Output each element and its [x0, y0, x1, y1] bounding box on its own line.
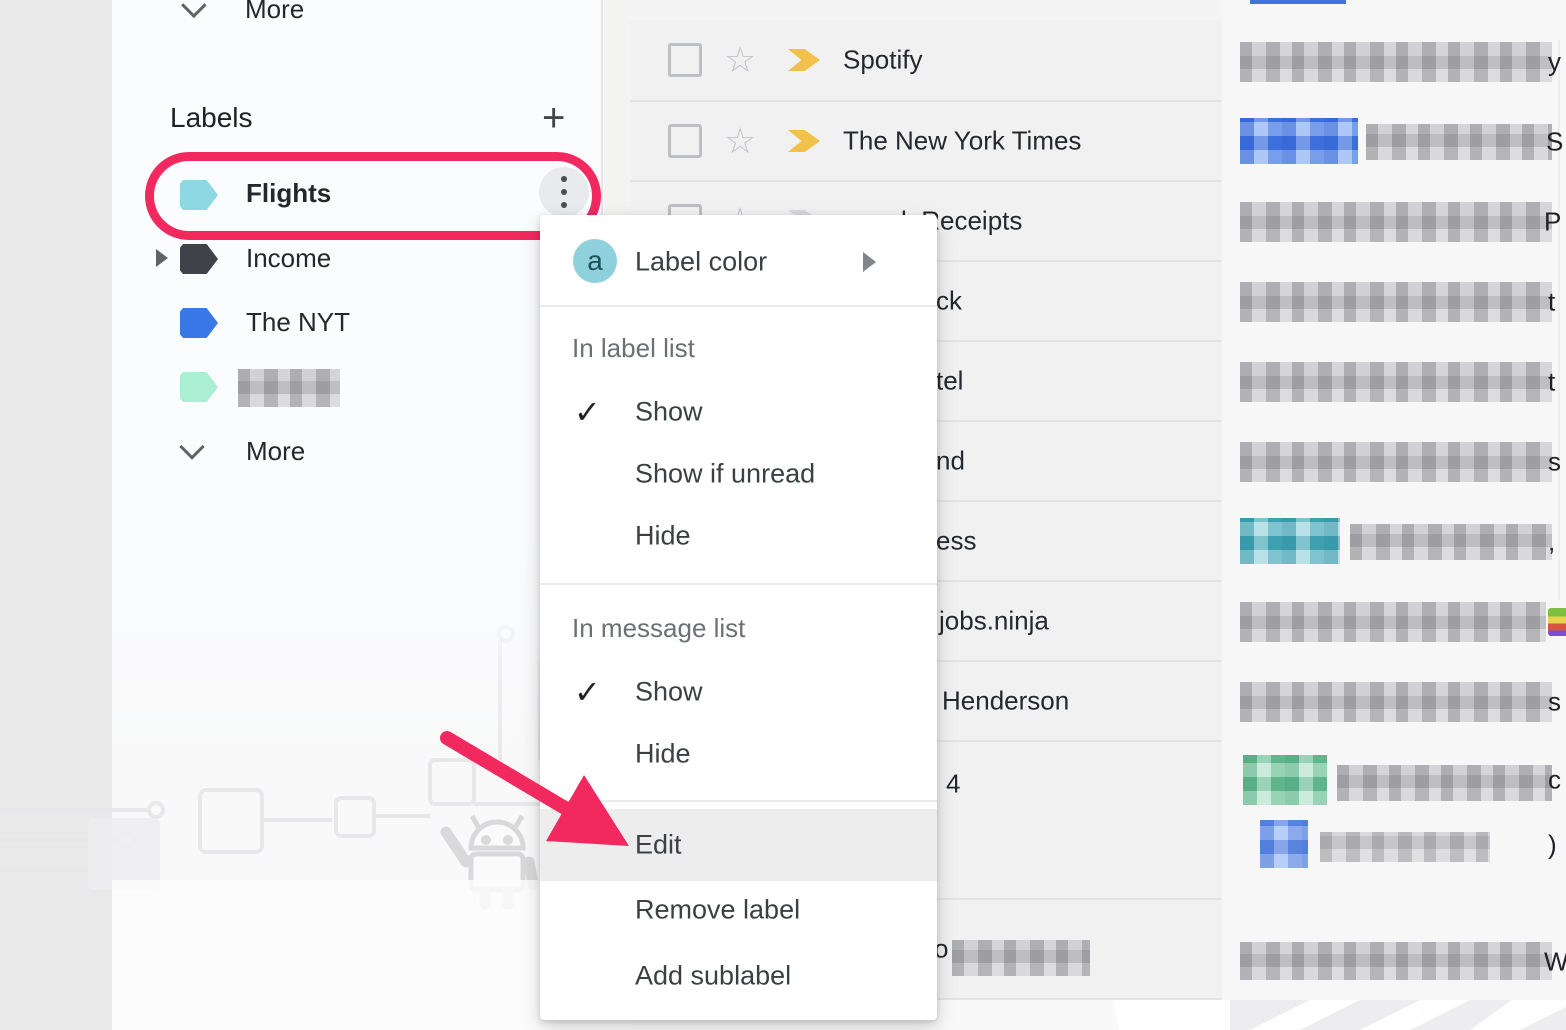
menu-item-label: Show — [635, 677, 703, 708]
sidebar-label-income[interactable]: Income — [246, 243, 331, 274]
submenu-arrow-icon — [863, 252, 876, 272]
redacted-subject — [1337, 765, 1552, 801]
menu-item-label: Show if unread — [635, 459, 815, 490]
importance-marker-icon[interactable] — [788, 49, 820, 71]
sender-name: Henderson — [942, 686, 1069, 717]
subject-trailing-text: t — [1548, 367, 1555, 398]
star-icon[interactable]: ☆ — [724, 42, 756, 78]
redacted-sender — [952, 940, 1090, 976]
sender-name: Spotify — [843, 45, 923, 76]
menu-item-add-sublabel[interactable]: Add sublabel — [540, 945, 937, 1007]
chevron-down-icon — [182, 2, 200, 20]
subject-trailing-text: s — [1548, 687, 1561, 718]
redacted-green-chip — [1243, 755, 1327, 805]
section-header-in-label-list: In label list — [572, 333, 912, 364]
emoji-icon — [1548, 608, 1566, 636]
menu-item-remove-label[interactable]: Remove label — [540, 879, 937, 941]
subject-trailing-text: s — [1548, 447, 1561, 478]
redacted-subject — [1240, 202, 1552, 242]
menu-item-label: Remove label — [635, 895, 800, 926]
redacted-attachment-icon — [1260, 820, 1308, 868]
menu-item-label: Show — [635, 397, 703, 428]
menu-item-label-color[interactable]: a Label color — [540, 223, 937, 301]
sender-name: nd — [936, 446, 965, 477]
redacted-subject — [1350, 524, 1552, 560]
sender-name: tel — [936, 366, 963, 397]
labels-section-title: Labels — [170, 102, 253, 134]
redacted-subject — [1240, 362, 1552, 402]
redacted-subject — [1240, 442, 1552, 482]
label-options-menu: a Label color In label list ✓ Show Show … — [540, 215, 937, 1020]
redacted-subject — [1240, 42, 1552, 82]
redacted-subject — [1240, 942, 1552, 980]
sender-name: ck — [936, 286, 962, 317]
email-row[interactable]: ☆ The New York Times — [630, 102, 1222, 182]
menu-item-label: Hide — [635, 521, 691, 552]
subject-trailing-text: W — [1544, 947, 1566, 978]
cropped-blue-element — [1250, 0, 1346, 4]
menu-divider — [540, 305, 937, 307]
redacted-subject — [1240, 602, 1546, 642]
gmail-screenshot: More Labels + Flights Income The NYT Mor… — [0, 0, 1566, 1030]
check-icon: ✓ — [574, 673, 601, 711]
sender-name: jobs.ninja — [939, 606, 1049, 637]
checkbox[interactable] — [668, 43, 702, 77]
redacted-attachment-label — [1320, 832, 1490, 862]
redacted-blue-chip — [1240, 118, 1358, 164]
thread-count: 4 — [946, 769, 960, 800]
subject-trailing-text: P — [1544, 207, 1561, 238]
expand-arrow-icon[interactable] — [156, 249, 168, 267]
star-icon[interactable]: ☆ — [724, 123, 756, 159]
redacted-subject — [1240, 682, 1552, 722]
redacted-teal-chip — [1240, 518, 1340, 564]
sender-name: The New York Times — [843, 126, 1081, 157]
subject-column-edge — [1558, 40, 1560, 600]
annotation-arrow — [425, 712, 655, 872]
section-header-in-message-list: In message list — [572, 613, 912, 644]
importance-marker-icon[interactable] — [788, 130, 820, 152]
subject-trailing-text: y — [1548, 47, 1561, 78]
menu-item-label: Add sublabel — [635, 961, 791, 992]
attachment-trailing-text: ) — [1548, 830, 1557, 861]
subject-trailing-text: c — [1548, 765, 1561, 796]
menu-item-label: Label color — [635, 247, 767, 278]
email-row[interactable]: ☆ Spotify — [630, 20, 1222, 102]
redacted-subject — [1366, 124, 1552, 160]
sidebar-item-more-top[interactable]: More — [245, 0, 304, 25]
menu-item-show-label-list[interactable]: ✓ Show — [540, 381, 937, 443]
subject-trailing-text: , — [1548, 527, 1555, 558]
redacted-subject — [1240, 282, 1552, 322]
chevron-down-icon — [183, 438, 201, 456]
partial-row — [630, 0, 1222, 22]
annotation-highlight-ring — [145, 152, 601, 240]
menu-divider — [540, 583, 937, 585]
sender-name: ess — [936, 526, 976, 557]
checkbox[interactable] — [668, 124, 702, 158]
sidebar-label-the-nyt[interactable]: The NYT — [246, 307, 350, 338]
sidebar-item-more-labels[interactable]: More — [246, 436, 305, 467]
subject-trailing-text: S — [1546, 127, 1563, 158]
subject-trailing-text: t — [1548, 287, 1555, 318]
check-icon: ✓ — [574, 393, 601, 431]
menu-item-show-if-unread[interactable]: Show if unread — [540, 443, 937, 505]
label-color-swatch: a — [573, 239, 617, 283]
create-label-button[interactable]: + — [542, 100, 565, 136]
menu-item-hide-label-list[interactable]: Hide — [540, 505, 937, 567]
redacted-label-name[interactable] — [238, 369, 340, 407]
